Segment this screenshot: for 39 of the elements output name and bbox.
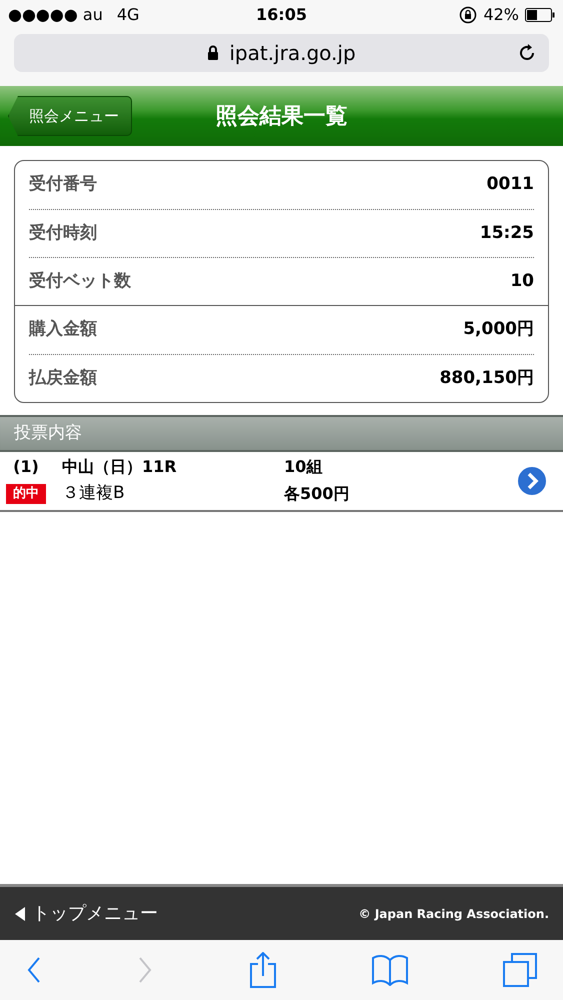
network-text: 4G bbox=[116, 4, 140, 26]
address-bar[interactable]: ipat.jra.go.jp bbox=[14, 34, 549, 72]
summary-label: 受付番号 bbox=[29, 173, 97, 196]
left-triangle-icon bbox=[14, 906, 26, 922]
combinations-text: 10組 bbox=[284, 456, 322, 478]
lock-icon bbox=[207, 45, 220, 61]
bet-number: (1) bbox=[12, 456, 40, 478]
share-icon bbox=[248, 952, 276, 988]
bet-type-text: ３連複B bbox=[62, 482, 126, 506]
summary-value: 880,150円 bbox=[440, 366, 534, 390]
url-text: ipat.jra.go.jp bbox=[229, 40, 356, 67]
reload-icon[interactable] bbox=[517, 43, 537, 63]
section-title: 投票内容 bbox=[14, 422, 82, 445]
hit-badge: 的中 bbox=[6, 484, 46, 504]
page-title: 照会結果一覧 bbox=[216, 102, 348, 130]
amount-text: 各500円 bbox=[284, 483, 350, 505]
race-text: 中山（日）11R bbox=[62, 456, 178, 478]
chevron-left-icon bbox=[26, 956, 42, 984]
rotation-lock-icon bbox=[459, 6, 478, 24]
copyright-text: © Japan Racing Association. bbox=[358, 906, 549, 922]
bet-row[interactable]: (1) 中山（日）11R 10組 的中 ３連複B 各500円 bbox=[0, 452, 563, 512]
back-menu-button[interactable]: 照会メニュー bbox=[8, 96, 132, 136]
summary-value: 10 bbox=[510, 270, 534, 293]
battery-icon bbox=[525, 8, 555, 22]
summary-value: 0011 bbox=[486, 173, 534, 196]
battery-text: 42% bbox=[483, 4, 519, 26]
summary-label: 購入金額 bbox=[29, 318, 97, 342]
summary-value: 15:25 bbox=[480, 222, 534, 245]
book-icon bbox=[372, 954, 408, 986]
chevron-right-icon bbox=[137, 956, 154, 984]
chevron-circle-icon[interactable] bbox=[515, 464, 549, 498]
summary-label: 受付ベット数 bbox=[29, 270, 131, 293]
carrier-text: ●●●●● au bbox=[8, 4, 103, 26]
summary-label: 払戻金額 bbox=[29, 366, 97, 390]
tabs-icon bbox=[503, 953, 537, 987]
summary-label: 受付時刻 bbox=[29, 222, 97, 245]
time-text: 16:05 bbox=[256, 4, 307, 26]
summary-value: 5,000円 bbox=[463, 318, 534, 342]
top-menu-link[interactable]: トップメニュー bbox=[14, 900, 158, 927]
